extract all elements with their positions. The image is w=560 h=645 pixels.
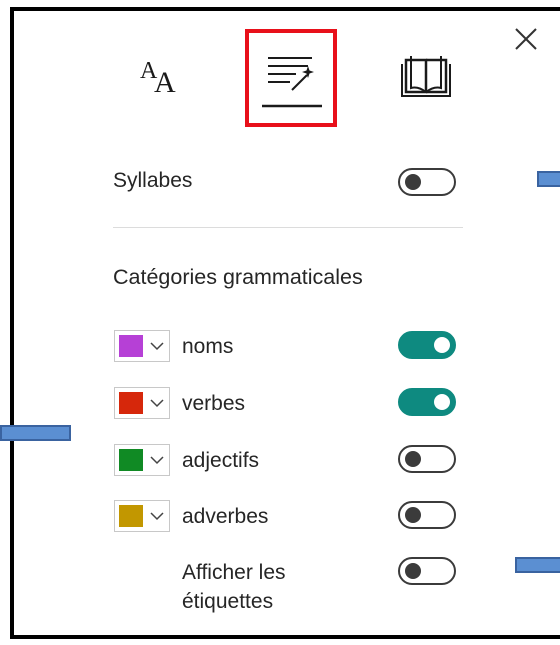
show-labels-toggle[interactable]: [398, 557, 456, 585]
adverbs-color-swatch: [119, 505, 143, 527]
chevron-down-icon: [150, 342, 164, 351]
adjectives-label: adjectifs: [182, 449, 260, 472]
nouns-toggle[interactable]: [398, 331, 456, 359]
chevron-down-icon: [150, 399, 164, 408]
adjectives-toggle[interactable]: [398, 445, 456, 473]
adverbs-toggle[interactable]: [398, 501, 456, 529]
font-size-icon: A A: [140, 58, 176, 99]
adjectives-color-picker[interactable]: [114, 444, 170, 476]
toggle-knob: [405, 507, 421, 523]
show-labels-label-line1: Afficher les: [182, 561, 286, 584]
parts-of-speech-title: Catégories grammaticales: [113, 265, 363, 289]
chevron-down-icon: [150, 512, 164, 521]
section-divider: [113, 227, 463, 228]
verbs-color-picker[interactable]: [114, 387, 170, 419]
book-icon: [401, 56, 451, 97]
toggle-knob: [434, 337, 450, 353]
tab-text-preferences[interactable]: A A: [128, 50, 188, 104]
font-size-icon-small-a: A: [154, 66, 176, 99]
nouns-color-swatch: [119, 335, 143, 357]
toggle-knob: [405, 563, 421, 579]
verbs-label: verbes: [182, 392, 246, 415]
adverbs-label: adverbes: [182, 505, 269, 528]
screenshot-stage: A A Syllabes Catégories grammaticales no…: [0, 0, 560, 645]
nouns-label: noms: [182, 335, 234, 358]
tab-grammar-options[interactable]: [252, 40, 328, 114]
syllables-toggle[interactable]: [398, 168, 456, 196]
grammar-wand-icon: [262, 57, 322, 108]
show-labels-label-line2: étiquettes: [182, 590, 274, 613]
nouns-color-picker[interactable]: [114, 330, 170, 362]
verbs-toggle[interactable]: [398, 388, 456, 416]
syllables-label: Syllabes: [113, 169, 193, 192]
close-icon: [515, 28, 537, 50]
adjectives-color-swatch: [119, 449, 143, 471]
close-button[interactable]: [512, 25, 540, 53]
toggle-knob: [434, 394, 450, 410]
tab-reading-preferences[interactable]: [398, 50, 454, 102]
chevron-down-icon: [150, 456, 164, 465]
toggle-knob: [405, 174, 421, 190]
verbs-color-swatch: [119, 392, 143, 414]
adverbs-color-picker[interactable]: [114, 500, 170, 532]
toggle-knob: [405, 451, 421, 467]
